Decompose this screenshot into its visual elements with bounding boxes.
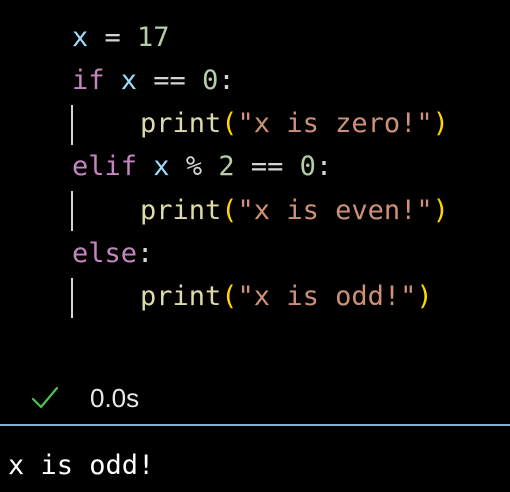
colon-token: : (137, 238, 154, 269)
code-line-4: elif x % 2 == 0: (72, 147, 332, 187)
paren-close-token: ) (432, 195, 449, 226)
operator-token: = (88, 22, 138, 53)
number-token: 17 (137, 22, 170, 53)
execution-status: 0.0s (0, 378, 510, 418)
keyword-token: if (72, 65, 105, 96)
indent-guide (71, 105, 73, 145)
code-line-5: print("x is even!") (140, 191, 449, 231)
check-icon (30, 384, 60, 412)
cell-output: x is odd! (8, 450, 155, 481)
paren-open-token: ( (221, 195, 238, 226)
string-token: "x is even!" (237, 195, 433, 226)
code-cell[interactable]: x = 17 if x == 0: print("x is zero!") el… (0, 0, 510, 424)
paren-open-token: ( (221, 108, 238, 139)
indent-guide (71, 278, 73, 318)
paren-close-token: ) (432, 108, 449, 139)
variable-token: x (72, 22, 89, 53)
function-token: print (140, 281, 222, 312)
variable-token: x (120, 65, 138, 96)
indent-guide (71, 191, 73, 231)
operator-token: % (169, 151, 219, 182)
variable-token: x (153, 151, 170, 182)
function-token: print (140, 108, 222, 139)
code-line-3: print("x is zero!") (140, 104, 449, 144)
code-line-6: else: (72, 234, 153, 274)
string-token: "x is odd!" (237, 281, 417, 312)
colon-token: : (218, 65, 235, 96)
operator-token: == (137, 65, 203, 96)
string-token: "x is zero!" (237, 108, 433, 139)
number-token: 0 (202, 65, 219, 96)
keyword-token: else (72, 238, 138, 269)
keyword-token: elif (72, 151, 138, 182)
colon-token: : (315, 151, 333, 182)
function-token: print (140, 195, 222, 226)
output-divider (0, 424, 510, 426)
paren-open-token: ( (221, 281, 238, 312)
number-token: 0 (299, 151, 316, 182)
number-token: 2 (218, 151, 235, 182)
code-line-1: x = 17 (72, 18, 170, 58)
operator-token: == (234, 151, 300, 182)
paren-close-token: ) (416, 281, 433, 312)
execution-time: 0.0s (90, 383, 140, 413)
code-line-7: print("x is odd!") (140, 277, 433, 317)
code-line-2: if x == 0: (72, 61, 235, 101)
